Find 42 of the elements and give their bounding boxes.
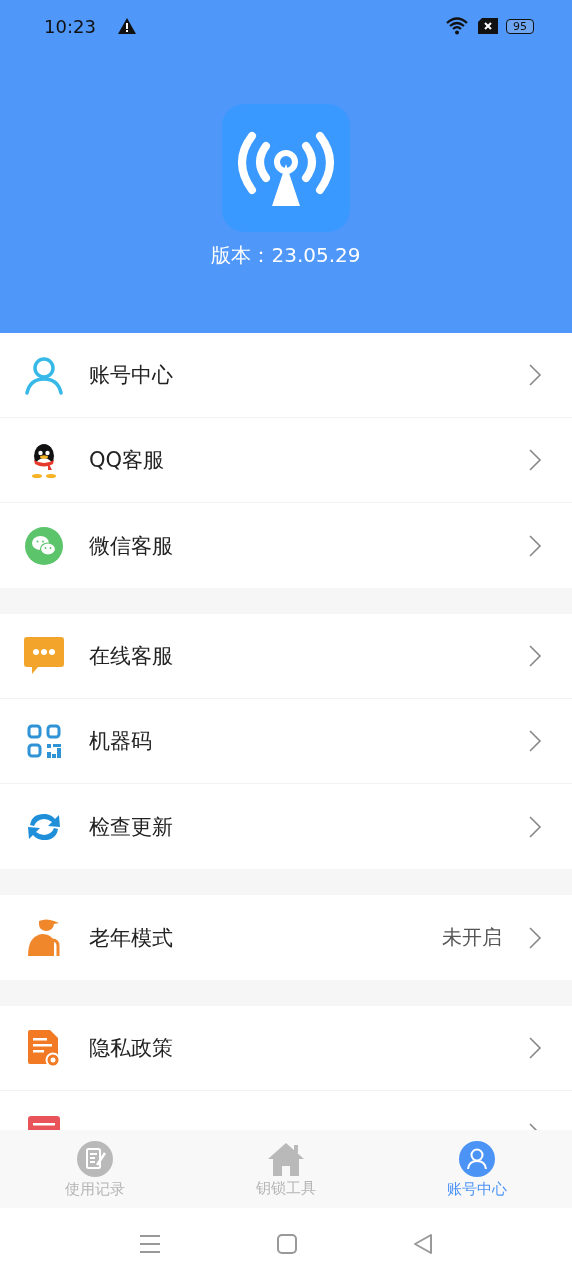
status-value: 未开启 [442,924,502,951]
chevron-right-icon [528,1036,542,1060]
chevron-right-icon [528,448,542,472]
menu-row[interactable]: 微信客服 [0,503,572,588]
menu-row[interactable]: 账号中心 [0,333,572,418]
chevron-right-icon [528,533,542,558]
chat-icon [24,637,64,675]
version-text: 版本：23.05.29 [211,242,361,269]
chevron-right-icon [528,925,542,950]
wifi-icon [446,17,470,35]
person-icon [457,1139,496,1178]
menu-row[interactable]: 老年模式 未开启 [0,895,572,980]
menu-label: 老年模式 [89,924,173,952]
menu-icon[interactable] [139,1234,161,1254]
menu-label: 微信客服 [89,532,173,560]
menu-label: QQ客服 [89,447,165,474]
battery-level: 95 [506,18,534,34]
home-icon [267,1140,305,1177]
menu-label: 账号中心 [89,362,173,389]
menu-row[interactable]: 在线客服 [0,614,572,699]
home-square-icon[interactable] [277,1234,297,1254]
sim-off-icon [478,18,498,34]
elderly-person-icon [26,917,62,958]
chevron-right-icon [528,363,542,387]
notepad-icon [76,1139,115,1178]
menu-row[interactable]: QQ客服 [0,418,572,503]
menu-label: 隐私政策 [89,1035,173,1062]
back-icon[interactable] [413,1233,433,1255]
menu-row[interactable]: 检查更新 [0,784,572,869]
chevron-right-icon [528,644,542,668]
wechat-icon [25,526,63,565]
menu-row[interactable]: 机器码 [0,699,572,784]
menu-label: 机器码 [89,728,152,755]
document-icon [27,1029,61,1067]
warning-icon [117,18,136,34]
clock-time: 10:23 [44,15,96,37]
chevron-right-icon [528,814,542,839]
chevron-right-icon [528,729,542,753]
qr-code-icon [27,724,61,758]
menu-label: 检查更新 [89,813,173,841]
menu-label: 在线客服 [89,643,173,670]
person-icon [24,355,64,395]
